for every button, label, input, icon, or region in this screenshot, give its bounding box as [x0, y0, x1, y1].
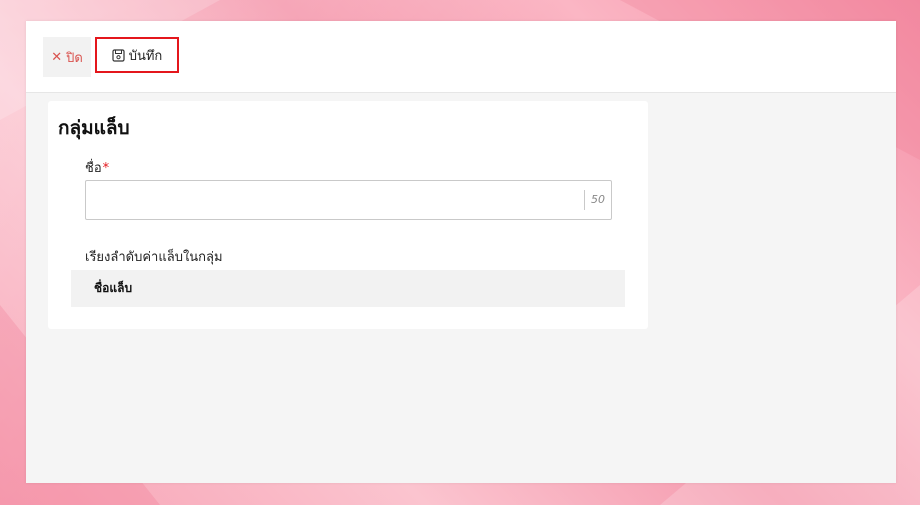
save-button-label: บันทึก [128, 48, 163, 64]
close-icon: ✕ [51, 49, 63, 65]
char-counter: 50 [584, 190, 605, 210]
name-label-text: ชื่อ [85, 161, 102, 176]
lab-table-header: ชื่อแล็บ [71, 270, 625, 307]
name-input[interactable] [86, 181, 576, 219]
name-field: 50 [85, 180, 612, 220]
app-window: ✕ ปิด บันทึก กลุ่มแล็บ ชื่อ* 50 เรียงลำด… [26, 21, 896, 483]
sort-labs-label: เรียงลำดับค่าแล็บในกลุ่ม [85, 250, 223, 265]
lab-name-column-header: ชื่อแล็บ [94, 281, 133, 295]
close-button-label: ปิด [66, 50, 83, 66]
page-title: กลุ่มแล็บ [58, 117, 130, 139]
save-button[interactable]: บันทึก [95, 37, 179, 73]
lab-group-card: กลุ่มแล็บ ชื่อ* 50 เรียงลำดับค่าแล็บในกล… [48, 101, 648, 329]
name-field-label: ชื่อ* [85, 157, 109, 178]
close-button[interactable]: ✕ ปิด [43, 37, 91, 77]
save-icon [112, 48, 125, 62]
required-mark: * [102, 161, 110, 176]
toolbar: ✕ ปิด บันทึก [26, 21, 896, 93]
